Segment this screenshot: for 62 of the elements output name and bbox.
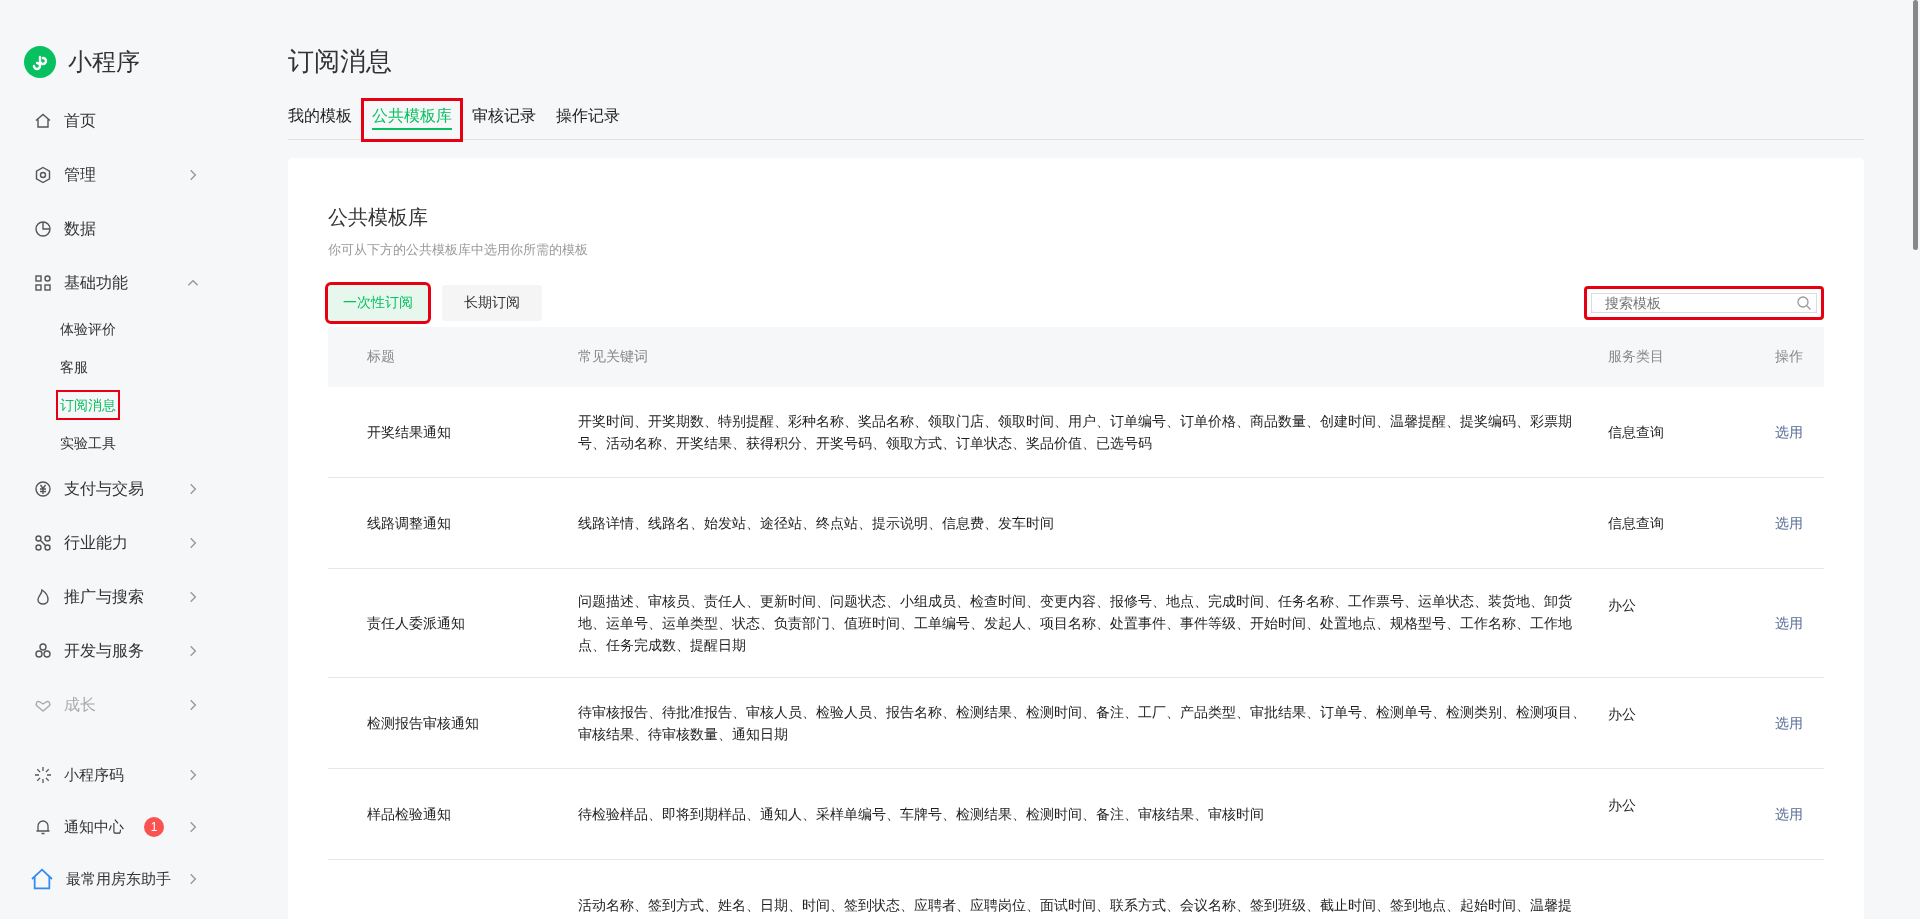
table-cell: 待审核报告、待批准报告、审核人员、检验人员、报告名称、检测结果、检测时间、备注、工厂、产品类型、审批结果、订单号、检测单号、检测类别、检测项目、审核结果、待审核数量、通知日期 [578,704,1586,742]
tab[interactable]: 审核记录 [464,101,544,139]
table-cell: 问题描述、审核员、责任人、更新时间、问题状态、小组成员、检查时间、变更内容、报修号、地点、完成时间、任务名称、工作票号、运单状态、装货地、卸货地、运单号、运单类型、状态、负责部门、值班时间、工单编号、发起人、项目名称、处置事件、事件等级、开始时间、处置地点、规格型号、工作名称、工作地点、任务完成数、提醒日期 [578,593,1572,653]
clover-icon [34,642,52,660]
table-cell: 责任人委派通知 [367,615,465,631]
app-name: 小程序 [68,47,140,77]
table-cell: 检测报告审核通知 [367,715,479,731]
table-cell: 线路调整通知 [367,515,451,531]
sidebar-item[interactable]: 支付与交易 [24,462,200,516]
sidebar-item[interactable]: 小程序码 [24,749,200,801]
sidebar-item[interactable]: 通知中心 1 [24,801,200,853]
column-header: 操作 [1775,348,1804,366]
sidebar-item[interactable]: 开发与服务 [24,624,200,678]
table-cell: 办公 [1608,597,1636,613]
subscription-type-button[interactable]: 长期订阅 [442,285,542,321]
select-link[interactable]: 选用 [1775,615,1803,631]
table-cell: 办公 [1608,706,1636,722]
table-cell: 线路详情、线路名、始发站、途径站、终点站、提示说明、信息费、发车时间 [578,515,1054,531]
column-header: 标题 [366,348,396,366]
nodes-icon [34,534,52,552]
hexagon-icon [34,166,52,184]
sidebar-item[interactable]: 首页 [24,94,200,148]
table-cell: 开奖时间、开奖期数、特别提醒、彩种名称、奖品名称、领取门店、领取时间、用户、订单编号、订单价格、商品数量、创建时间、温馨提醒、提奖编码、彩票期号、活动名称、开奖结果、获得积分、开奖号码、领取方式、订单状态、奖品价值、已选号码 [578,413,1572,451]
yuan-coin-icon [34,480,52,498]
sidebar-item[interactable]: 行业能力 [24,516,200,570]
scrollbar[interactable] [1913,0,1918,250]
column-header: 服务类目 [1608,348,1665,366]
table-cell: 办公 [1608,797,1636,813]
notification-badge: 1 [144,817,164,837]
submenu-item[interactable]: 客服 [24,348,240,386]
search-field[interactable]: 搜索模板 [1584,286,1824,320]
table-cell: 待检验样品、即将到期样品、通知人、采样单编号、车牌号、检测结果、检测时间、备注、审核结果、审核时间 [578,806,1264,822]
logo-icon [24,46,56,78]
submenu-item[interactable]: 体验评价 [24,310,240,348]
home-icon [34,112,52,130]
sidebar-item[interactable]: 基础功能 [24,256,200,310]
select-link[interactable]: 选用 [1775,806,1803,822]
submenu-item[interactable]: 实验工具 [24,424,240,462]
sidebar-item[interactable]: 数据 [24,202,200,256]
card-title: 公共模板库 [328,205,429,230]
column-header: 常见关键词 [578,348,649,366]
select-link[interactable]: 选用 [1775,424,1803,440]
bell-icon [34,818,52,836]
pie-chart-icon [34,220,52,238]
tab[interactable]: 操作记录 [548,101,628,139]
card-subtitle: 你可从下方的公共模板库中选用你所需的模板 [328,241,589,259]
select-link[interactable]: 选用 [1775,715,1803,731]
sparkle-icon [34,766,52,784]
table-cell: 样品检验通知 [367,806,451,822]
tab[interactable]: 我的模板 [288,101,360,139]
table-cell: 活动名称、签到方式、姓名、日期、时间、签到状态、应聘者、应聘岗位、面试时间、联系方式、会议名称、签到班级、截止时间、签到地点、起始时间、温馨提 [578,897,1572,913]
select-link[interactable]: 选用 [1775,515,1803,531]
table-cell: 信息查询 [1608,424,1664,440]
table-cell: 信息查询 [1608,515,1664,531]
sidebar-item[interactable]: 推广与搜索 [24,570,200,624]
sidebar-item[interactable]: 管理 [24,148,200,202]
search-icon [1796,295,1812,311]
table-cell: 开奖结果通知 [367,424,451,440]
page-title: 订阅消息 [288,45,393,78]
grid-icon [34,274,52,292]
house-icon [30,867,54,891]
sidebar-item[interactable]: 最常用房东助手 [24,853,200,905]
